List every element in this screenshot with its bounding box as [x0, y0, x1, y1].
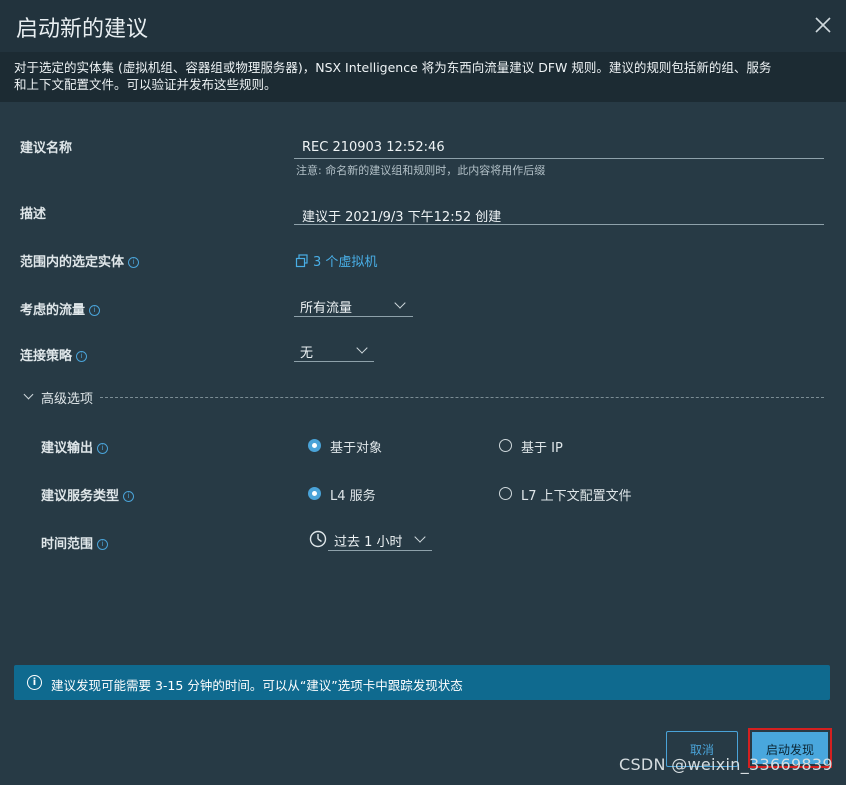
watermark: CSDN @weixin_33669839: [619, 755, 833, 774]
vm-icon: [295, 254, 308, 268]
radio-label: L7 上下文配置文件: [521, 489, 632, 504]
chevron-down-icon: [394, 297, 406, 309]
description-line-2: 和上下文配置文件。可以验证并发布这些规则。: [14, 77, 277, 92]
time-range-select[interactable]: 过去 1 小时: [328, 528, 432, 551]
dialog-title: 启动新的建议: [16, 17, 149, 42]
traffic-value: 所有流量: [300, 301, 353, 316]
info-icon[interactable]: i: [76, 351, 88, 362]
advanced-toggle[interactable]: 高级选项: [41, 388, 93, 407]
output-label-text: 建议输出: [41, 441, 94, 456]
clock-icon: [309, 530, 327, 548]
info-icon[interactable]: i: [97, 443, 109, 454]
time-range-value: 过去 1 小时: [334, 535, 403, 550]
radio-unselected-icon: [499, 487, 512, 500]
dialog-header: 启动新的建议: [0, 0, 846, 52]
radio-label: 基于对象: [330, 441, 383, 456]
radio-unselected-icon: [499, 439, 512, 452]
desc-value: 建议于 2021/9/3 下午12:52 创建: [302, 210, 502, 225]
radio-selected-icon: [308, 487, 321, 500]
scope-label: 范围内的选定实体 i: [20, 251, 140, 270]
desc-label: 描述: [20, 207, 47, 222]
service-label-text: 建议服务类型: [41, 489, 120, 504]
info-icon: i: [27, 675, 42, 690]
conn-select[interactable]: 无: [294, 339, 374, 362]
output-label: 建议输出 i: [41, 437, 109, 456]
scope-vm-text: 3 个虚拟机: [313, 255, 378, 270]
dialog-description: 对于选定的实体集 (虚拟机组、容器组或物理服务器)，NSX Intelligen…: [0, 52, 846, 102]
time-label-text: 时间范围: [41, 537, 94, 552]
close-icon[interactable]: [814, 16, 832, 34]
conn-label: 连接策略 i: [20, 345, 88, 364]
traffic-label-text: 考虑的流量: [20, 303, 86, 318]
advanced-divider: [100, 397, 824, 398]
conn-label-text: 连接策略: [20, 349, 73, 364]
conn-value: 无: [300, 346, 314, 361]
name-note: 注意: 命名新的建议组和规则时，此内容将用作后缀: [296, 164, 546, 177]
chevron-down-icon[interactable]: [23, 389, 34, 400]
name-value: REC 210903 12:52:46: [302, 140, 445, 155]
service-label: 建议服务类型 i: [41, 485, 135, 504]
info-icon[interactable]: i: [128, 257, 140, 268]
name-field[interactable]: REC 210903 12:52:46: [294, 134, 824, 159]
info-icon[interactable]: i: [89, 305, 101, 316]
radio-label: 基于 IP: [521, 441, 563, 456]
scope-label-text: 范围内的选定实体: [20, 255, 125, 270]
desc-field[interactable]: 建议于 2021/9/3 下午12:52 创建: [294, 200, 824, 225]
radio-selected-icon: [308, 439, 321, 452]
chevron-down-icon: [414, 531, 426, 543]
info-banner: i 建议发现可能需要 3-15 分钟的时间。可以从“建议”选项卡中跟踪发现状态: [14, 665, 830, 700]
traffic-label: 考虑的流量 i: [20, 299, 101, 318]
scope-vm-link[interactable]: 3 个虚拟机: [295, 251, 377, 270]
time-label: 时间范围 i: [41, 533, 109, 552]
radio-label: L4 服务: [330, 489, 376, 504]
description-line-1: 对于选定的实体集 (虚拟机组、容器组或物理服务器)，NSX Intelligen…: [14, 60, 772, 75]
info-icon[interactable]: i: [97, 539, 109, 550]
name-label: 建议名称: [20, 141, 73, 156]
info-icon[interactable]: i: [123, 491, 135, 502]
traffic-select[interactable]: 所有流量: [294, 294, 413, 317]
banner-text: 建议发现可能需要 3-15 分钟的时间。可以从“建议”选项卡中跟踪发现状态: [51, 678, 463, 693]
chevron-down-icon: [356, 342, 368, 354]
